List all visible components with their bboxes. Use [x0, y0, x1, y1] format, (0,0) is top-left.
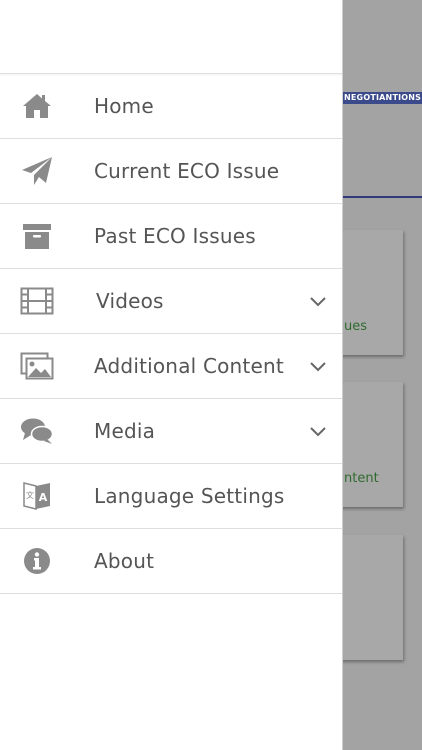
svg-text:A: A [39, 491, 48, 504]
language-icon: A 文 [20, 479, 54, 513]
menu-label: Additional Content [94, 354, 284, 378]
menu-label: Past ECO Issues [94, 224, 256, 248]
info-circle-icon [20, 544, 54, 578]
drawer-menu: Home Current ECO Issue Past ECO Issues V… [0, 74, 343, 594]
menu-label: Media [94, 419, 156, 443]
navigation-drawer: Home Current ECO Issue Past ECO Issues V… [0, 0, 343, 750]
chat-bubbles-icon [20, 414, 54, 448]
drawer-header [0, 0, 343, 74]
menu-item-about[interactable]: About [0, 529, 343, 594]
background-card-text: ntent [344, 471, 379, 486]
background-divider [342, 196, 422, 198]
film-icon [20, 284, 54, 318]
menu-item-media[interactable]: Media [0, 399, 343, 464]
menu-label: Current ECO Issue [94, 159, 280, 183]
archive-box-icon [20, 219, 54, 253]
menu-label: Home [94, 94, 154, 118]
chevron-down-icon[interactable] [309, 422, 327, 440]
paper-plane-icon [20, 154, 54, 188]
images-icon [20, 349, 54, 383]
menu-item-past-eco-issues[interactable]: Past ECO Issues [0, 204, 343, 269]
home-icon [20, 89, 54, 123]
drawer-edge [342, 0, 343, 750]
menu-item-home[interactable]: Home [0, 74, 343, 139]
menu-label: About [94, 549, 155, 573]
background-banner: NEGOTIANTIONS [342, 92, 422, 104]
chevron-down-icon[interactable] [309, 357, 327, 375]
menu-item-videos[interactable]: Videos [0, 269, 343, 334]
background-card-text: ues [344, 319, 368, 334]
chevron-down-icon[interactable] [309, 292, 327, 310]
menu-item-additional-content[interactable]: Additional Content [0, 334, 343, 399]
menu-item-language-settings[interactable]: A 文 Language Settings [0, 464, 343, 529]
menu-label: Language Settings [94, 484, 285, 508]
menu-item-current-eco-issue[interactable]: Current ECO Issue [0, 139, 343, 204]
menu-label: Videos [96, 289, 164, 313]
svg-text:文: 文 [26, 490, 34, 500]
